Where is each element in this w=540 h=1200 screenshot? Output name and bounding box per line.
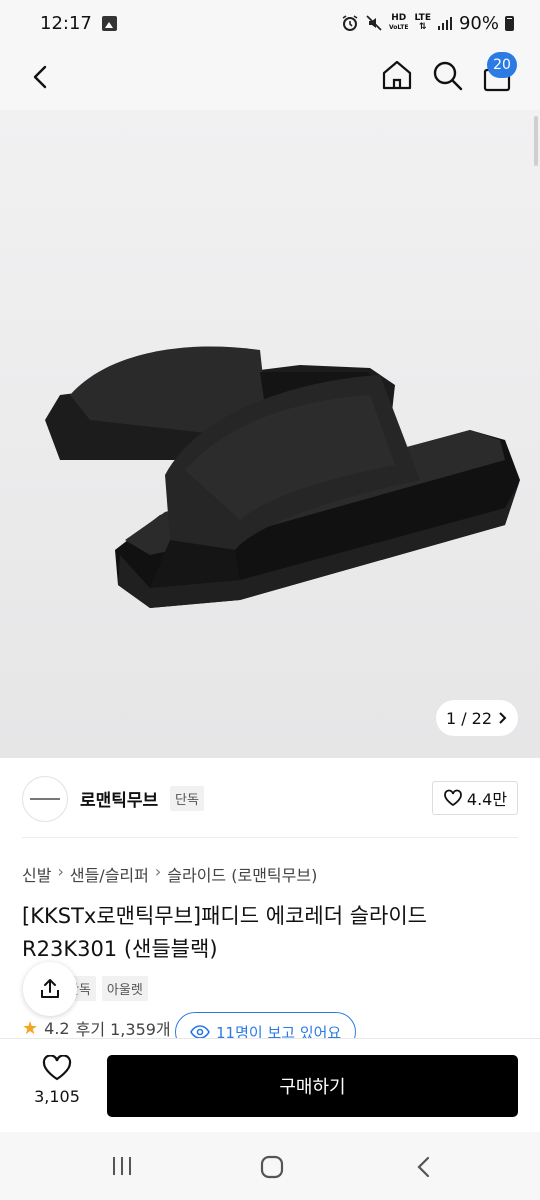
back-nav-icon[interactable]: [414, 1156, 434, 1178]
hd-voice-indicator: HD VoLTE: [389, 14, 408, 32]
wishlist-count: 3,105: [34, 1087, 80, 1106]
alarm-icon: [342, 15, 358, 31]
home-nav-icon[interactable]: [260, 1155, 284, 1179]
product-title: [KKSTx로맨틱무브]패디드 에코레더 슬라이드 R23K301 (샌들블랙): [22, 904, 427, 961]
eye-icon: [190, 1025, 210, 1039]
review-count: 후기 1,359개: [75, 1020, 171, 1038]
product-image: [45, 346, 520, 608]
wishlist-button[interactable]: 3,105: [22, 1055, 92, 1119]
brand-exclusive-tag: 단독: [170, 786, 204, 811]
status-icons: HD VoLTE LTE ⇅ 90%: [341, 13, 514, 34]
hd-label: HD: [391, 13, 407, 23]
heart-icon: [42, 1055, 72, 1081]
voice-label: VoLTE: [388, 24, 409, 31]
brand-like-count: 4.4만: [466, 790, 508, 809]
tag-outlet: 아울렛: [101, 976, 148, 1001]
breadcrumb-separator: ›: [154, 862, 162, 881]
brand-like-button[interactable]: 4.4만: [432, 781, 518, 815]
system-nav-bar: [0, 1132, 540, 1200]
scroll-indicator[interactable]: [534, 116, 538, 166]
star-icon: ★: [22, 1018, 39, 1038]
recent-apps-icon[interactable]: [110, 1156, 134, 1176]
signal-icon: [437, 17, 452, 30]
status-bar: 12:17 HD VoLTE LTE ⇅ 90%: [0, 0, 540, 46]
back-button[interactable]: [24, 60, 58, 94]
buy-button[interactable]: 구매하기: [107, 1055, 518, 1117]
breadcrumb: 신발 › 샌들/슬리퍼 › 슬라이드 (로맨틱무브): [22, 862, 317, 886]
lte-indicator: LTE ⇅: [414, 13, 431, 32]
bottom-action-bar: 3,105 구매하기: [0, 1038, 540, 1132]
brand-row: 로맨틱무브 단독 4.4만: [0, 758, 540, 838]
app-bar: 20: [0, 46, 540, 110]
status-time: 12:17: [40, 12, 92, 34]
divider: [22, 837, 518, 838]
chevron-right-icon: [499, 712, 507, 724]
mute-icon: [366, 15, 382, 31]
breadcrumb-item[interactable]: 슬라이드 (로맨틱무브): [167, 862, 317, 886]
breadcrumb-separator: ›: [57, 862, 64, 881]
cart-count-badge: 20: [487, 52, 517, 78]
home-button[interactable]: [380, 58, 414, 92]
share-icon: [41, 979, 59, 998]
heart-icon: [444, 789, 462, 807]
share-button[interactable]: [23, 962, 77, 1016]
image-counter-text: 1 / 22: [445, 708, 493, 728]
home-icon: [382, 60, 412, 90]
product-image-gallery[interactable]: 1 / 22: [0, 110, 540, 758]
gallery-notification-icon: [101, 15, 117, 31]
cart-button[interactable]: 20: [480, 52, 517, 94]
brand-logo-mark: [30, 798, 60, 800]
lte-label: LTE: [414, 13, 431, 23]
chevron-left-icon: [33, 65, 47, 89]
search-icon: [433, 61, 463, 91]
rating-value: 4.2: [44, 1018, 70, 1038]
brand-logo[interactable]: [22, 776, 68, 822]
search-button[interactable]: [430, 58, 464, 92]
image-page-counter[interactable]: 1 / 22: [436, 700, 518, 736]
battery-percent: 90%: [458, 12, 499, 34]
brand-name[interactable]: 로맨틱무브: [80, 786, 158, 811]
battery-icon: [505, 15, 514, 31]
breadcrumb-item[interactable]: 샌들/슬리퍼: [70, 862, 149, 886]
breadcrumb-item[interactable]: 신발: [22, 862, 51, 886]
